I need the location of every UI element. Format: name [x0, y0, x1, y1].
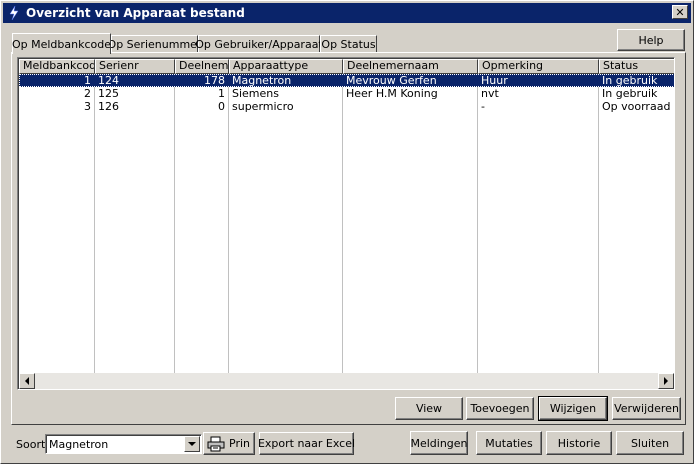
table-row[interactable]: 3 126 0 supermicro - Op voorraad	[19, 100, 674, 113]
column-header-deelnemernaam[interactable]: Deelnemernaam	[343, 59, 478, 74]
close-button[interactable]: ✕	[672, 5, 688, 19]
column-divider	[342, 74, 343, 374]
scroll-left-button[interactable]	[19, 373, 35, 389]
table-row[interactable]: 1 124 178 Magnetron Mevrouw Gerfen Huur …	[19, 74, 674, 87]
verwijderen-button[interactable]: Verwijderen	[612, 397, 681, 420]
sort-select[interactable]: Magnetron	[45, 434, 202, 454]
cell-meldbankcode: 2	[84, 87, 91, 100]
sort-select-value: Magnetron	[49, 438, 109, 451]
arrow-right-icon	[664, 377, 668, 385]
cell-status: In gebruik	[602, 74, 658, 87]
tab-op-meldbankcode[interactable]: Op Meldbankcode	[12, 33, 111, 54]
tab-label: Op Gebruiker/Apparaat	[195, 38, 323, 51]
printer-icon	[207, 436, 225, 451]
column-header-opmerking[interactable]: Opmerking	[478, 59, 599, 74]
grid-body: 1 124 178 Magnetron Mevrouw Gerfen Huur …	[19, 74, 674, 374]
export-excel-button[interactable]: Export naar Excel	[258, 432, 355, 455]
column-divider	[94, 74, 95, 374]
column-header-serienr[interactable]: Serienr	[95, 59, 175, 74]
application-window: Overzicht van Apparaat bestand ✕ Help Op…	[0, 0, 694, 464]
horizontal-scrollbar[interactable]	[19, 373, 674, 389]
cell-deelnemer: 1	[218, 87, 225, 100]
cell-opmerking: -	[481, 100, 485, 113]
toevoegen-button[interactable]: Toevoegen	[466, 397, 534, 420]
column-divider	[477, 74, 478, 374]
window-title: Overzicht van Apparaat bestand	[26, 6, 245, 20]
cell-apparaattype: Magnetron	[232, 74, 292, 87]
cell-serienr: 126	[98, 100, 119, 113]
arrow-left-icon	[25, 377, 29, 385]
cell-deelnemernaam: Mevrouw Gerfen	[346, 74, 437, 87]
cell-apparaattype: supermicro	[232, 100, 294, 113]
scroll-right-button[interactable]	[658, 373, 674, 389]
cell-serienr: 124	[98, 74, 119, 87]
column-header-deelnemer[interactable]: Deelnemer	[175, 59, 229, 74]
print-button[interactable]: Prin	[203, 432, 255, 455]
view-button[interactable]: View	[395, 397, 463, 420]
column-divider	[598, 74, 599, 374]
cell-deelnemernaam: Heer H.M Koning	[346, 87, 438, 100]
chevron-down-icon	[188, 441, 196, 446]
historie-button[interactable]: Historie	[546, 431, 612, 455]
help-button[interactable]: Help	[617, 29, 685, 51]
print-label: Prin	[229, 437, 250, 450]
cell-status: In gebruik	[602, 87, 658, 100]
cell-deelnemernaam	[344, 100, 475, 113]
app-icon	[6, 5, 22, 21]
cell-deelnemer: 0	[218, 100, 225, 113]
cell-deelnemer: 178	[204, 74, 225, 87]
column-header-status[interactable]: Status	[599, 59, 674, 74]
column-header-apparaattype[interactable]: Apparaattype	[229, 59, 343, 74]
tab-op-status[interactable]: Op Status	[320, 35, 377, 53]
grid-header: Meldbankcode Serienr Deelnemer Apparaatt…	[19, 59, 674, 74]
title-bar[interactable]: Overzicht van Apparaat bestand ✕	[3, 3, 691, 23]
cell-serienr: 125	[98, 87, 119, 100]
cell-opmerking: nvt	[481, 87, 499, 100]
dropdown-button[interactable]	[184, 436, 200, 452]
close-icon: ✕	[675, 5, 685, 19]
table-row[interactable]: 2 125 1 Siemens Heer H.M Koning nvt In g…	[19, 87, 674, 100]
tab-op-serienummer[interactable]: Op Serienummer	[108, 35, 201, 53]
meldingen-button[interactable]: Meldingen	[410, 431, 468, 455]
column-divider	[228, 74, 229, 374]
cell-apparaattype: Siemens	[232, 87, 279, 100]
cell-meldbankcode: 3	[84, 100, 91, 113]
tab-label: Op Status	[321, 38, 376, 51]
cell-meldbankcode: 1	[84, 74, 91, 87]
column-divider	[174, 74, 175, 374]
sluiten-button[interactable]: Sluiten	[616, 431, 684, 455]
data-grid[interactable]: Meldbankcode Serienr Deelnemer Apparaatt…	[17, 57, 675, 390]
cell-status: Op voorraad	[602, 100, 671, 113]
tab-op-gebruiker-apparaat[interactable]: Op Gebruiker/Apparaat	[195, 35, 323, 53]
mutaties-button[interactable]: Mutaties	[476, 431, 542, 455]
column-header-meldbankcode[interactable]: Meldbankcode	[19, 59, 95, 74]
wijzigen-button[interactable]: Wijzigen	[538, 396, 608, 421]
cell-opmerking: Huur	[481, 74, 508, 87]
